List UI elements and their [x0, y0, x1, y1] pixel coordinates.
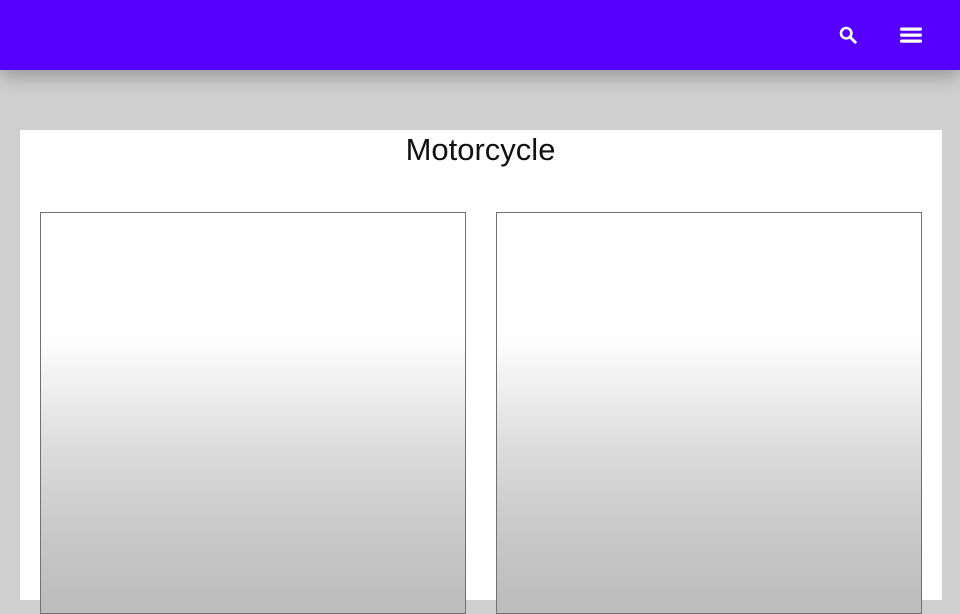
hamburger-menu-icon: [900, 27, 922, 43]
menu-toggle-button[interactable]: [894, 0, 928, 70]
product-card[interactable]: [496, 212, 922, 614]
product-card[interactable]: [40, 212, 466, 614]
page-title: Motorcycle: [405, 132, 556, 167]
search-icon: [839, 26, 857, 44]
site-header: [0, 0, 960, 70]
search-button[interactable]: [832, 0, 864, 70]
